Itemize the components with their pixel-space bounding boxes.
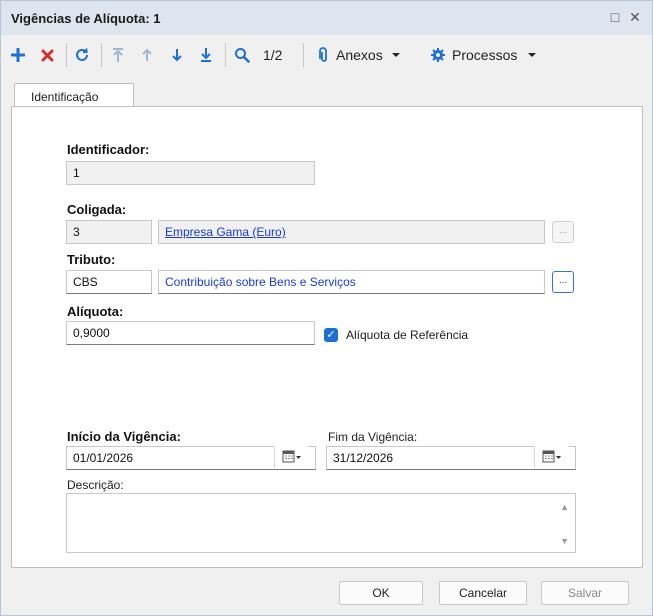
up-icon[interactable]: [140, 45, 154, 65]
processes-menu[interactable]: Processos: [430, 45, 537, 65]
first-icon[interactable]: [111, 45, 125, 65]
save-button[interactable]: Salvar: [541, 581, 629, 605]
fim-vigencia-value: 31/12/2026: [333, 451, 394, 465]
gear-icon: [431, 48, 445, 62]
maximize-icon[interactable]: □: [607, 9, 623, 25]
aliquota-field[interactable]: 0,9000: [66, 321, 315, 345]
tributo-code-field[interactable]: CBS: [66, 270, 152, 294]
search-icon[interactable]: [234, 45, 250, 65]
chevron-down-icon: [391, 53, 400, 57]
identificador-field[interactable]: 1: [66, 161, 315, 185]
descricao-textarea[interactable]: ▲ ▼: [66, 493, 576, 553]
plus-icon[interactable]: [11, 45, 25, 65]
toolbar-separator: [303, 43, 304, 67]
chevron-down-icon: [528, 53, 537, 57]
title-bar: Vigências de Alíquota: 1 □ ✕: [1, 1, 652, 35]
calendar-icon[interactable]: [534, 446, 568, 468]
processes-label: Processos: [452, 47, 518, 63]
attachments-label: Anexos: [336, 47, 383, 63]
tributo-name-field[interactable]: Contribuição sobre Bens e Serviços: [158, 270, 545, 294]
coligada-label: Coligada:: [67, 202, 127, 217]
toolbar-separator: [66, 43, 67, 67]
last-icon[interactable]: [199, 45, 213, 65]
toolbar-separator: [225, 43, 226, 67]
tab-strip: Identificação: [11, 79, 644, 111]
aliquota-label: Alíquota:: [67, 304, 124, 319]
inicio-vigencia-label: Início da Vigência:: [67, 429, 181, 444]
coligada-code-field[interactable]: 3: [66, 220, 152, 244]
delete-icon[interactable]: [41, 45, 54, 65]
page-indicator: 1/2: [263, 47, 283, 63]
fim-vigencia-label: Fim da Vigência:: [328, 430, 418, 444]
coligada-name-link[interactable]: Empresa Gama (Euro): [165, 225, 286, 239]
aliquota-ref-label: Alíquota de Referência: [346, 328, 469, 342]
toolbar-separator: [101, 43, 102, 67]
scroll-up-icon[interactable]: ▲: [560, 502, 569, 512]
tributo-lookup-button[interactable]: ...: [552, 271, 574, 293]
tributo-name-link[interactable]: Contribuição sobre Bens e Serviços: [165, 275, 356, 289]
identificador-label: Identificador:: [67, 142, 150, 157]
paperclip-icon: [319, 47, 327, 62]
close-icon[interactable]: ✕: [627, 9, 643, 25]
cancel-button[interactable]: Cancelar: [439, 581, 527, 605]
tributo-label: Tributo:: [67, 252, 116, 267]
scroll-down-icon[interactable]: ▼: [560, 536, 569, 546]
dialog-window: Vigências de Alíquota: 1 □ ✕ 1/2 Anexos …: [0, 0, 653, 616]
refresh-icon[interactable]: [74, 45, 90, 65]
inicio-vigencia-value: 01/01/2026: [73, 451, 134, 465]
coligada-lookup-button[interactable]: ...: [552, 221, 574, 243]
descricao-label: Descrição:: [67, 478, 124, 492]
toolbar: 1/2 Anexos Processos: [1, 35, 652, 73]
window-title: Vigências de Alíquota: 1: [11, 11, 161, 26]
attachments-menu[interactable]: Anexos: [319, 45, 401, 65]
form-panel: Identificador: 1 Coligada: 3 Empresa Gam…: [11, 106, 643, 568]
calendar-icon[interactable]: [274, 446, 308, 468]
down-icon[interactable]: [170, 45, 184, 65]
aliquota-ref-checkbox[interactable]: ✓: [324, 328, 338, 342]
coligada-name-field[interactable]: Empresa Gama (Euro): [158, 220, 545, 244]
ok-button[interactable]: OK: [339, 581, 423, 605]
